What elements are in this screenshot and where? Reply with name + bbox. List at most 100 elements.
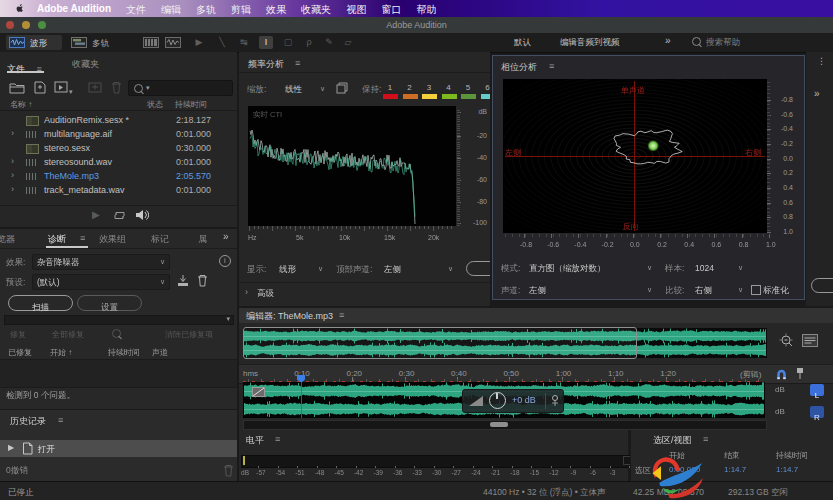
- levels-panel-title[interactable]: 电平: [246, 434, 264, 447]
- diag-col-duration[interactable]: 持续时间: [108, 347, 140, 358]
- hold-chip-5[interactable]: [461, 94, 476, 99]
- menu-item-2[interactable]: 编辑: [161, 3, 181, 17]
- file-row[interactable]: ›track_metadata.wav0:01.000: [0, 183, 237, 197]
- spectral-display-icon[interactable]: [143, 37, 159, 48]
- channel-left-button[interactable]: L: [810, 384, 824, 396]
- hold-number-5[interactable]: 5: [461, 83, 475, 92]
- editor-h-scrollbar[interactable]: [243, 420, 767, 430]
- hold-chip-3[interactable]: [422, 94, 437, 99]
- diag-info-icon[interactable]: i: [219, 255, 231, 267]
- phase-panel-menu-icon[interactable]: ≡: [549, 61, 554, 71]
- crossfade-icon[interactable]: [252, 387, 265, 397]
- lasso-selection-tool-icon[interactable]: ρ: [302, 36, 316, 49]
- import-file-icon[interactable]: [33, 81, 47, 94]
- tab-markers[interactable]: 标记: [151, 233, 169, 246]
- hold-chip-1[interactable]: [383, 94, 398, 99]
- file-row-expander[interactable]: ›: [11, 170, 14, 180]
- media-browser-icon[interactable]: [54, 81, 68, 94]
- history-item-open[interactable]: ▶ 打开: [0, 440, 237, 457]
- freq-copy-icon[interactable]: [336, 82, 348, 94]
- diag-preset-dropdown[interactable]: (默认) ∨: [32, 274, 170, 290]
- tab-overflow-icon[interactable]: »: [223, 231, 229, 242]
- selection-duration-value[interactable]: 1:14.7: [776, 465, 798, 474]
- panel-options-icon[interactable]: [802, 334, 818, 347]
- hold-number-3[interactable]: 3: [422, 83, 436, 92]
- favorites-tab[interactable]: 收藏夹: [72, 58, 99, 71]
- file-row[interactable]: ›multilanguage.aif0:01.000: [0, 127, 237, 141]
- tab-properties[interactable]: 属: [198, 233, 207, 246]
- waveform-display-icon[interactable]: [165, 37, 181, 48]
- diag-progress-dropdown-icon[interactable]: ▾: [226, 315, 230, 323]
- hold-chip-6[interactable]: [481, 94, 491, 99]
- apple-menu-icon[interactable]: [14, 3, 25, 14]
- menu-item-6[interactable]: 收藏夹: [301, 3, 331, 17]
- phase-channel-dropdown[interactable]: 左侧: [529, 285, 546, 297]
- selection-panel-menu-icon[interactable]: ≡: [703, 434, 708, 444]
- channel-right-button[interactable]: R: [810, 406, 824, 418]
- files-tab[interactable]: 文件 ≡: [7, 58, 42, 76]
- hold-number-2[interactable]: 2: [403, 83, 417, 92]
- menu-item-1[interactable]: 文件: [126, 3, 146, 17]
- file-row[interactable]: ›stereosound.wav0:01.000: [0, 155, 237, 169]
- search-help-input[interactable]: 搜索帮助: [706, 37, 740, 49]
- marquee-selection-tool-icon[interactable]: ▢: [281, 36, 295, 49]
- hold-chip-2[interactable]: [403, 94, 418, 99]
- hold-number-1[interactable]: 1: [383, 83, 397, 92]
- freq-display-dropdown[interactable]: 线形: [279, 264, 296, 276]
- spot-healing-tool-icon[interactable]: ▱: [341, 36, 355, 49]
- dock-panel-menu-icon[interactable]: ⋮: [817, 56, 826, 66]
- menu-item-9[interactable]: 帮助: [417, 3, 437, 17]
- waveform-view-button[interactable]: 波形: [6, 35, 62, 50]
- diag-col-fixed[interactable]: 已修复: [8, 347, 32, 358]
- pin-hud-icon[interactable]: [550, 394, 560, 407]
- diag-settings-button[interactable]: 设置: [77, 295, 142, 311]
- menu-item-4[interactable]: 剪辑: [231, 3, 251, 17]
- menu-app-name[interactable]: Adobe Audition: [37, 3, 111, 14]
- workspace-edit-av-button[interactable]: 编辑音频到视频: [560, 37, 620, 49]
- media-browser-dropdown-icon[interactable]: ▾: [69, 88, 73, 96]
- file-row[interactable]: stereo.sesx0:30.000: [0, 141, 237, 155]
- files-search-input[interactable]: ▾: [128, 80, 233, 96]
- selection-end-value[interactable]: 1:14.7: [724, 465, 746, 474]
- diag-effect-dropdown[interactable]: 杂音降噪器 ∨: [32, 254, 170, 270]
- diag-save-preset-icon[interactable]: [176, 274, 190, 287]
- menu-item-7[interactable]: 视图: [347, 3, 367, 17]
- phase-mode-dropdown[interactable]: 直方图（缩放对数）: [529, 263, 606, 275]
- file-row[interactable]: ›TheMole.mp32:05.570: [0, 169, 237, 183]
- multitrack-view-button[interactable]: 多轨: [68, 35, 124, 50]
- files-speaker-icon[interactable]: [135, 209, 149, 221]
- editor-h-scrollbar-thumb[interactable]: [490, 422, 508, 427]
- files-col-status[interactable]: 状态: [147, 99, 163, 110]
- hold-number-6[interactable]: 6: [481, 83, 491, 92]
- slip-tool-icon[interactable]: ↹: [237, 36, 251, 49]
- tab-diagnostics[interactable]: 诊断: [48, 233, 66, 246]
- history-panel-menu-icon[interactable]: ≡: [58, 415, 63, 425]
- hold-chip-4[interactable]: [442, 94, 457, 99]
- menu-item-8[interactable]: 窗口: [382, 3, 402, 17]
- editor-panel-title[interactable]: 编辑器: TheMole.mp3: [246, 310, 333, 323]
- tab-effects-rack[interactable]: 效果组: [99, 233, 126, 246]
- freq-panel-menu-icon[interactable]: ≡: [295, 58, 300, 68]
- hold-number-4[interactable]: 4: [442, 83, 456, 92]
- files-col-name[interactable]: 名称 ↑: [10, 99, 32, 110]
- marker-pin-icon[interactable]: [795, 367, 805, 380]
- workspace-default-button[interactable]: 默认: [514, 37, 531, 49]
- time-selection-tool-icon[interactable]: I: [259, 36, 273, 49]
- diag-col-channel[interactable]: 声道: [152, 347, 168, 358]
- files-play-icon[interactable]: ▶: [92, 209, 100, 220]
- diag-col-start[interactable]: 开始 ↑: [50, 347, 72, 358]
- menu-item-5[interactable]: 效果: [266, 3, 286, 17]
- workspace-overflow-button[interactable]: »: [665, 35, 671, 46]
- freq-advanced-label[interactable]: 高级: [257, 288, 274, 300]
- dock-expand-icon[interactable]: »: [814, 88, 820, 99]
- phase-compare-dropdown[interactable]: 右侧: [695, 285, 712, 297]
- files-col-duration[interactable]: 持续时间: [175, 99, 207, 110]
- dock-pause-button[interactable]: [811, 278, 833, 293]
- freq-top-channel-dropdown[interactable]: 左侧: [384, 264, 401, 276]
- files-loop-icon[interactable]: [113, 210, 126, 221]
- gain-hud[interactable]: +0 dB: [462, 389, 564, 413]
- phase-normalize-checkbox[interactable]: [751, 285, 761, 295]
- menu-item-3[interactable]: 多轨: [196, 3, 216, 17]
- file-row-expander[interactable]: ›: [11, 156, 14, 166]
- selection-panel-title[interactable]: 选区/视图: [653, 434, 692, 447]
